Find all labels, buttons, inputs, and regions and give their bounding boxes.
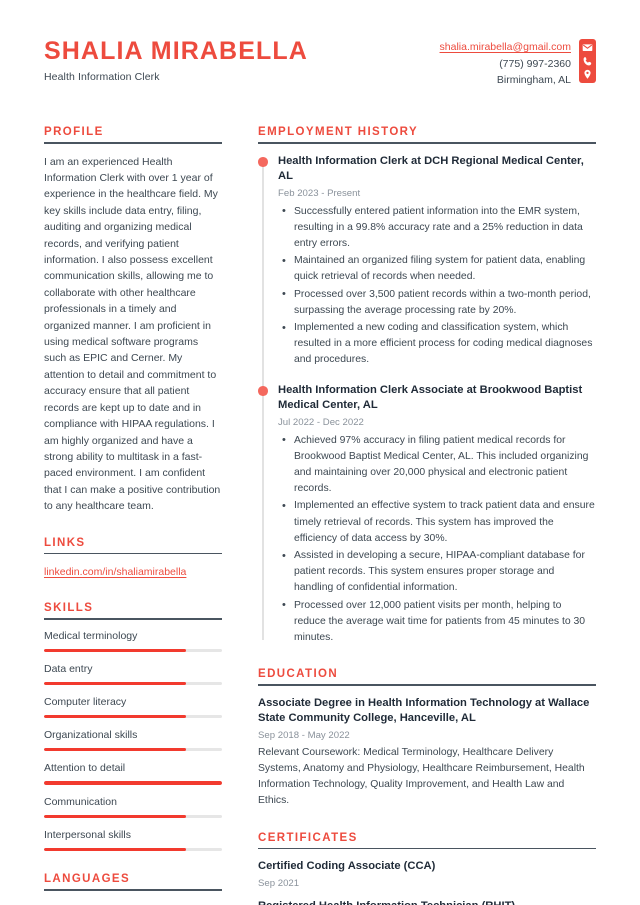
timeline-dot-icon [258, 386, 268, 396]
skill-bar-fill [44, 648, 187, 652]
main-column: EMPLOYMENT HISTORY Health Information Cl… [236, 126, 596, 905]
section-title-languages: LANGUAGES [44, 873, 131, 886]
skill-bar-track [44, 748, 222, 752]
link-linkedin[interactable]: linkedin.com/in/shaliamirabella [44, 564, 222, 580]
bullet-item: Achieved 97% accuracy in filing patient … [278, 432, 596, 498]
contact-email[interactable]: shalia.mirabella@gmail.com [440, 39, 571, 56]
bullet-item: Processed over 12,000 patient visits per… [278, 597, 596, 647]
map-pin-icon [582, 69, 593, 80]
employment-timeline: Health Information Clerk at DCH Regional… [258, 154, 596, 647]
skill-bar-fill [44, 748, 187, 752]
divider [258, 684, 596, 686]
section-title-links: LINKS [44, 536, 86, 549]
education-description: Relevant Coursework: Medical Terminology… [258, 746, 585, 807]
education-date: Sep 2018 - May 2022 [258, 729, 350, 741]
skill-label: Attention to detail [44, 762, 126, 775]
certificate-title: Certified Coding Associate (CCA) [258, 860, 436, 873]
skill-label: Organizational skills [44, 729, 138, 742]
section-links: LINKS linkedin.com/in/shaliamirabella [44, 537, 222, 581]
skill-bar-fill [44, 681, 187, 686]
skill-label: Data entry [44, 662, 93, 675]
certificate-date: Sep 2021 [258, 877, 300, 889]
employment-date: Feb 2023 - Present [278, 187, 361, 199]
employment-entry: Health Information Clerk at DCH Regional… [258, 154, 596, 369]
skill-label: Medical terminology [44, 629, 138, 642]
skill-bar-track [44, 781, 222, 785]
section-profile: PROFILE I am an experienced Health Infor… [44, 126, 222, 515]
page-title: SHALIA MIRABELLA [44, 37, 308, 65]
section-title-profile: PROFILE [44, 126, 104, 138]
section-title-skills: SKILLS [44, 602, 94, 615]
skill-item: Organizational skills [44, 729, 222, 752]
skill-label: Interpersonal skills [44, 828, 131, 841]
bullet-item: Maintained an organized filing system fo… [278, 253, 596, 285]
section-title-employment: EMPLOYMENT HISTORY [258, 126, 419, 138]
contact-icon-strip [579, 39, 596, 83]
section-languages: LANGUAGES [44, 873, 222, 891]
timeline-dot-icon [258, 157, 268, 167]
bullet-item: Processed over 3,500 patient records wit… [278, 286, 596, 319]
education-list: Associate Degree in Health Information T… [258, 696, 596, 810]
resume-body: PROFILE I am an experienced Health Infor… [44, 126, 596, 905]
contact-location: Birmingham, AL [496, 74, 571, 86]
skill-bar-fill [44, 814, 187, 818]
section-skills: SKILLS Medical terminology Data entry Comp… [44, 602, 222, 852]
skill-item: Interpersonal skills [44, 828, 222, 852]
skill-label: Communication [44, 795, 117, 808]
certificates-list: Certified Coding Associate (CCA) Sep 2021… [258, 859, 596, 905]
certificate-entry: Registered Health Information Technician… [258, 899, 596, 905]
contact-lines: shalia.mirabella@gmail.com (775) 997-236… [440, 39, 579, 89]
sidebar-column: PROFILE I am an experienced Health Infor… [44, 126, 236, 891]
education-title: Associate Degree in Health Information T… [258, 696, 590, 725]
skill-bar-track [44, 715, 222, 719]
skills-list: Medical terminology Data entry Computer li… [44, 630, 222, 852]
skill-bar-fill [44, 847, 187, 852]
skill-item: Attention to detail [44, 762, 222, 785]
skill-label: Computer literacy [44, 696, 127, 709]
divider [258, 142, 596, 144]
bullet-item: Assisted in developing a secure, HIPAA-c… [278, 548, 596, 597]
divider [44, 889, 222, 891]
resume-page: SHALIA MIRABELLA Health Information Cler… [0, 0, 640, 905]
section-title-certificates: CERTIFICATES [258, 831, 358, 844]
employment-entry: Health Information Clerk Associate at Br… [258, 383, 596, 647]
skill-item: Medical terminology [44, 630, 222, 652]
employment-bullets: Successfully entered patient information… [278, 203, 596, 369]
header-job-title: Health Information Clerk [44, 70, 160, 83]
section-employment: EMPLOYMENT HISTORY Health Information Cl… [258, 126, 596, 646]
envelope-icon [582, 42, 593, 53]
employment-bullets: Achieved 97% accuracy in filing patient … [278, 432, 596, 647]
divider [44, 552, 222, 555]
header-contact: shalia.mirabella@gmail.com (775) 997-236… [440, 36, 596, 89]
employment-title: Health Information Clerk at DCH Regional… [278, 154, 584, 183]
skill-bar-track [44, 648, 222, 652]
divider [44, 618, 222, 620]
section-education: EDUCATION Associate Degree in Health Inf… [258, 668, 596, 809]
skill-bar-track [44, 814, 222, 818]
bullet-item: Implemented an effective system to track… [278, 498, 596, 547]
skill-item: Computer literacy [44, 696, 222, 719]
contact-phone: (775) 997-2360 [499, 57, 571, 70]
skill-bar-fill [44, 781, 222, 785]
header-identity: SHALIA MIRABELLA Health Information Cler… [44, 36, 308, 83]
education-entry: Associate Degree in Health Information T… [258, 696, 596, 810]
skill-bar-track [44, 681, 222, 686]
skill-bar-fill [44, 715, 187, 719]
employment-title: Health Information Clerk Associate at Br… [278, 383, 583, 412]
profile-text: I am an experienced Health Information C… [44, 155, 221, 513]
phone-icon [582, 56, 593, 67]
section-title-education: EDUCATION [258, 668, 339, 681]
certificate-title: Registered Health Information Technician… [258, 899, 596, 905]
bullet-item: Implemented a new coding and classificat… [278, 320, 596, 369]
resume-header: SHALIA MIRABELLA Health Information Cler… [44, 36, 596, 100]
skill-item: Communication [44, 796, 222, 818]
divider [258, 847, 596, 850]
divider [44, 142, 222, 144]
skill-item: Data entry [44, 662, 222, 686]
bullet-item: Successfully entered patient information… [278, 203, 596, 253]
employment-date: Jul 2022 - Dec 2022 [278, 416, 364, 428]
skill-bar-track [44, 847, 222, 852]
section-certificates: CERTIFICATES Certified Coding Associate … [258, 832, 596, 905]
certificate-entry: Certified Coding Associate (CCA) Sep 2021 [258, 859, 596, 889]
